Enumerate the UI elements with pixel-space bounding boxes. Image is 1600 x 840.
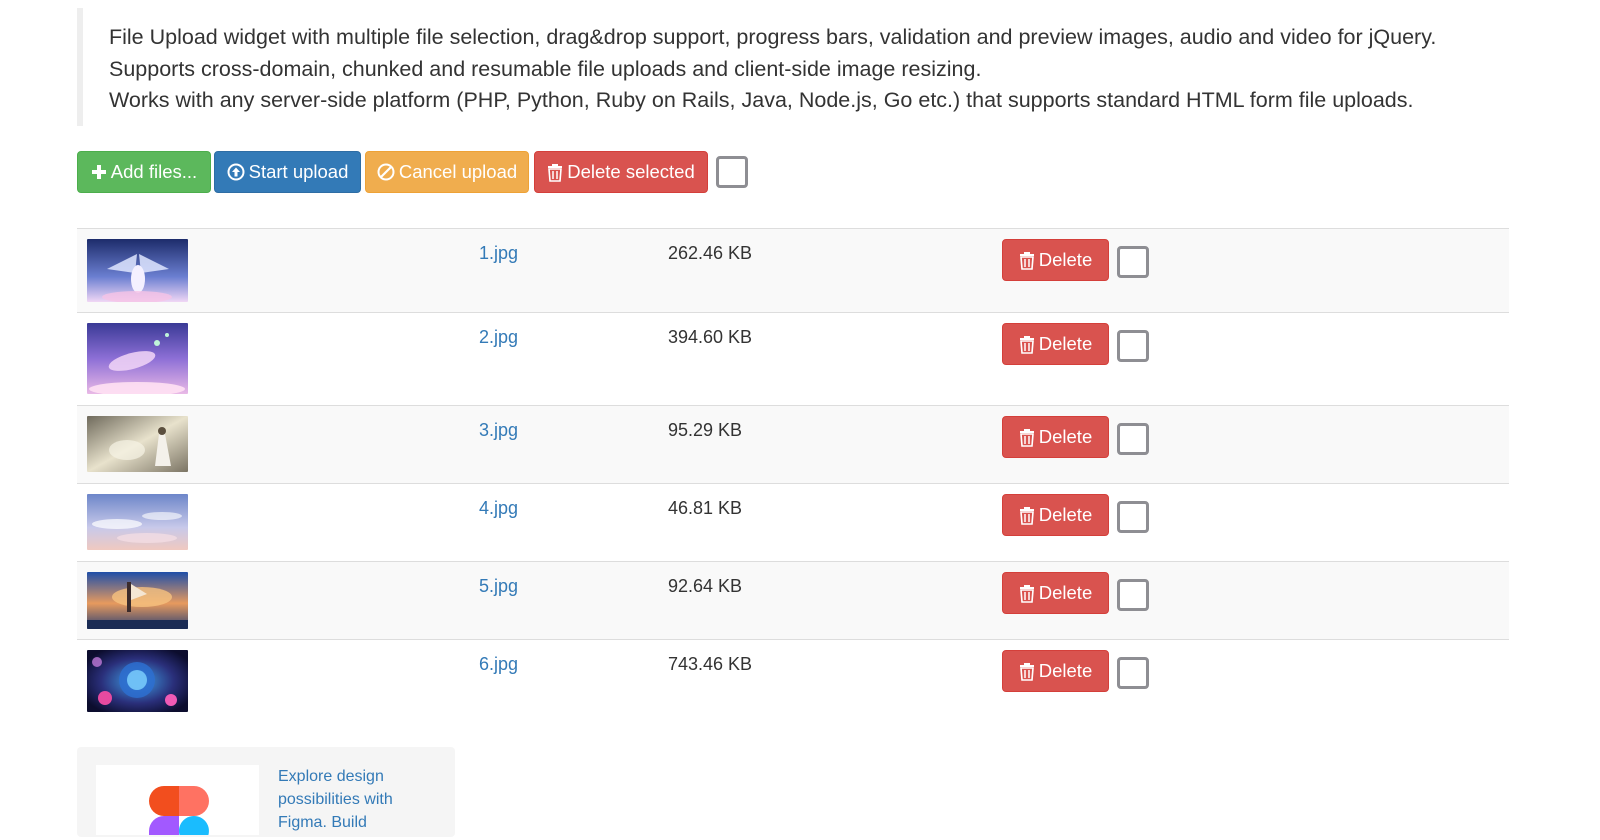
table-row: 3.jpg 95.29 KB Delete: [77, 405, 1509, 483]
file-thumbnail[interactable]: [87, 650, 188, 712]
delete-selected-label: Delete selected: [567, 161, 695, 182]
trash-icon: [1019, 506, 1035, 525]
trash-icon: [1019, 662, 1035, 681]
ad-link-text[interactable]: Explore design possibilities with Figma.…: [278, 765, 438, 834]
table-row: 2.jpg 394.60 KB Delete: [77, 312, 1509, 405]
select-all-checkbox[interactable]: [716, 156, 748, 188]
delete-button[interactable]: Delete: [1002, 494, 1109, 536]
delete-label: Delete: [1038, 426, 1093, 447]
start-upload-button[interactable]: Start upload: [214, 151, 361, 193]
description-line: File Upload widget with multiple file se…: [109, 25, 1437, 49]
file-list: 1.jpg 262.46 KB Delete 2.jpg 394.60 KB D…: [77, 228, 1509, 723]
row-checkbox[interactable]: [1117, 501, 1149, 533]
row-checkbox[interactable]: [1117, 579, 1149, 611]
cancel-upload-label: Cancel upload: [398, 161, 518, 182]
trash-icon: [1019, 251, 1035, 270]
table-row: 5.jpg 92.64 KB Delete: [77, 561, 1509, 639]
trash-icon: [547, 163, 563, 182]
file-name-link[interactable]: 5.jpg: [479, 576, 518, 597]
delete-label: Delete: [1038, 333, 1093, 354]
delete-button[interactable]: Delete: [1002, 239, 1109, 281]
file-size: 92.64 KB: [668, 576, 743, 596]
delete-label: Delete: [1038, 504, 1093, 525]
file-name-link[interactable]: 6.jpg: [479, 654, 518, 675]
file-name-link[interactable]: 3.jpg: [479, 420, 518, 441]
delete-button[interactable]: Delete: [1002, 323, 1109, 365]
trash-icon: [1019, 584, 1035, 603]
table-row: 4.jpg 46.81 KB Delete: [77, 483, 1509, 561]
description-block: File Upload widget with multiple file se…: [77, 8, 1497, 126]
start-upload-label: Start upload: [248, 161, 349, 182]
row-checkbox[interactable]: [1117, 246, 1149, 278]
trash-icon: [1019, 428, 1035, 447]
row-checkbox[interactable]: [1117, 330, 1149, 362]
file-thumbnail[interactable]: [87, 572, 188, 629]
trash-icon: [1019, 335, 1035, 354]
file-thumbnail[interactable]: [87, 416, 188, 472]
circle-arrow-up-icon: [227, 163, 245, 181]
file-size: 46.81 KB: [668, 498, 743, 518]
figma-logo-icon: [149, 786, 209, 840]
file-size: 95.29 KB: [668, 420, 743, 440]
delete-button[interactable]: Delete: [1002, 572, 1109, 614]
ad-image[interactable]: [96, 765, 259, 840]
row-checkbox[interactable]: [1117, 423, 1149, 455]
table-row: 6.jpg 743.46 KB Delete: [77, 639, 1509, 723]
row-checkbox[interactable]: [1117, 657, 1149, 689]
file-name-link[interactable]: 4.jpg: [479, 498, 518, 519]
file-size: 262.46 KB: [668, 243, 753, 263]
cancel-upload-button[interactable]: Cancel upload: [365, 151, 529, 193]
delete-button[interactable]: Delete: [1002, 650, 1109, 692]
sponsored-ad: Explore design possibilities with Figma.…: [77, 747, 455, 840]
delete-selected-button[interactable]: Delete selected: [534, 151, 708, 193]
add-files-button[interactable]: Add files...: [77, 151, 211, 193]
delete-label: Delete: [1038, 249, 1093, 270]
description-line: Supports cross-domain, chunked and resum…: [109, 56, 982, 81]
delete-label: Delete: [1038, 660, 1093, 681]
file-thumbnail[interactable]: [87, 239, 188, 302]
table-row: 1.jpg 262.46 KB Delete: [77, 228, 1509, 312]
delete-label: Delete: [1038, 582, 1093, 603]
file-name-link[interactable]: 1.jpg: [479, 243, 518, 264]
delete-button[interactable]: Delete: [1002, 416, 1109, 458]
add-files-label: Add files...: [110, 161, 198, 182]
plus-icon: [91, 164, 107, 180]
file-thumbnail[interactable]: [87, 494, 188, 550]
description-line: Works with any server-side platform (PHP…: [109, 88, 1414, 112]
ban-circle-icon: [377, 163, 395, 181]
file-size: 394.60 KB: [668, 327, 753, 347]
file-name-link[interactable]: 2.jpg: [479, 327, 518, 348]
file-size: 743.46 KB: [668, 654, 753, 674]
file-thumbnail[interactable]: [87, 323, 188, 394]
